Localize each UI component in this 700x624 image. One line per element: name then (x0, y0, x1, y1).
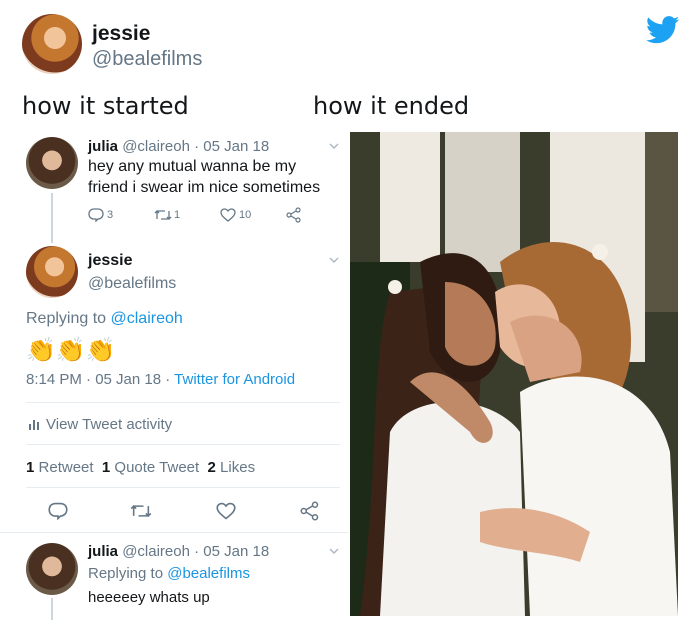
quote-label: Quote Tweet (114, 459, 200, 476)
tweet2-name[interactable]: jessie (88, 252, 132, 270)
retweets-stat[interactable]: 1 Retweet (26, 459, 94, 476)
retweet-count: 1 (26, 459, 35, 476)
view-tweet-activity-link[interactable]: View Tweet activity (46, 416, 172, 433)
like-label: Likes (220, 459, 256, 476)
quote-tweets-stat[interactable]: 1 Quote Tweet (102, 459, 199, 476)
tweet3-chevron-down-icon[interactable] (328, 545, 340, 557)
tweet2-avatar[interactable] (26, 246, 78, 298)
analytics-icon (28, 418, 40, 430)
header-handle[interactable]: @bealefilms (92, 48, 202, 71)
retweet-icon[interactable] (154, 208, 172, 222)
tweet2-replying-prefix: Replying to (26, 310, 107, 327)
reply-icon[interactable] (88, 208, 104, 222)
tweet2-time[interactable]: 8:14 PM · 05 Jan 18 · (26, 371, 170, 388)
tweet2-replying-to-link[interactable]: @claireoh (111, 310, 183, 327)
tweet3-replying-prefix: Replying to (88, 565, 164, 582)
divider-2 (26, 444, 340, 445)
tweet1-retweet-count: 1 (174, 209, 181, 221)
tweet3-replying-to-link[interactable]: @bealefilms (167, 565, 250, 582)
tweet1-header: julia @claireoh · 05 Jan 18 (88, 138, 269, 155)
tweet2-reply-icon[interactable] (48, 502, 68, 520)
tweet1-like-count: 10 (239, 209, 252, 221)
header-avatar[interactable] (22, 14, 82, 74)
caption-right: how it ended (313, 92, 470, 120)
like-icon[interactable] (220, 208, 236, 222)
divider-1 (26, 402, 340, 403)
tweet2-retweet-icon[interactable] (130, 502, 152, 520)
caption-left: how it started (22, 92, 189, 120)
tweet1-text-line1: hey any mutual wanna be my (88, 158, 297, 175)
tweet2-meta: 8:14 PM · 05 Jan 18 · Twitter for Androi… (26, 371, 295, 388)
tweet3-header: julia @claireoh · 05 Jan 18 (88, 543, 269, 560)
tweet1-text-line2: friend i swear im nice sometimes (88, 179, 321, 196)
tweet1-thread-line (51, 193, 53, 243)
retweet-label: Retweet (38, 459, 94, 476)
tweet3-thread-line (51, 598, 53, 620)
tweet2-share-icon[interactable] (300, 501, 320, 521)
tweet1-chevron-down-icon[interactable] (328, 140, 340, 152)
divider-4 (0, 532, 348, 533)
header-name[interactable]: jessie (92, 22, 150, 46)
photo (350, 132, 678, 616)
tweet1-avatar[interactable] (26, 137, 78, 189)
tweet3-avatar[interactable] (26, 543, 78, 595)
like-count: 2 (207, 459, 216, 476)
tweet2-source[interactable]: Twitter for Android (174, 371, 295, 388)
tweet3-date[interactable]: · 05 Jan 18 (194, 543, 269, 560)
twitter-bird-icon (646, 16, 680, 44)
tweet3-name[interactable]: julia (88, 543, 118, 560)
divider-3 (26, 487, 340, 488)
tweet1-reply-count: 3 (107, 209, 114, 221)
tweet3-replying: Replying to @bealefilms (88, 565, 250, 582)
tweet2-chevron-down-icon[interactable] (328, 254, 340, 266)
tweet2-like-icon[interactable] (216, 502, 236, 520)
tweet3-text: heeeeey whats up (88, 589, 210, 606)
quote-count: 1 (101, 459, 111, 476)
share-icon[interactable] (286, 207, 302, 223)
tweet2-stats: 1 Retweet 1 Quote Tweet 2 Likes (26, 459, 255, 476)
tweet1-name[interactable]: julia (88, 138, 118, 155)
tweet1-handle[interactable]: @claireoh (122, 138, 190, 155)
likes-stat[interactable]: 2 Likes (208, 459, 256, 476)
tweet2-emoji: 👏👏👏 (26, 336, 116, 364)
tweet2-handle[interactable]: @bealefilms (88, 275, 176, 293)
tweet2-replying: Replying to @claireoh (26, 310, 183, 328)
tweet1-date[interactable]: · 05 Jan 18 (194, 138, 269, 155)
tweet3-handle[interactable]: @claireoh (122, 543, 190, 560)
